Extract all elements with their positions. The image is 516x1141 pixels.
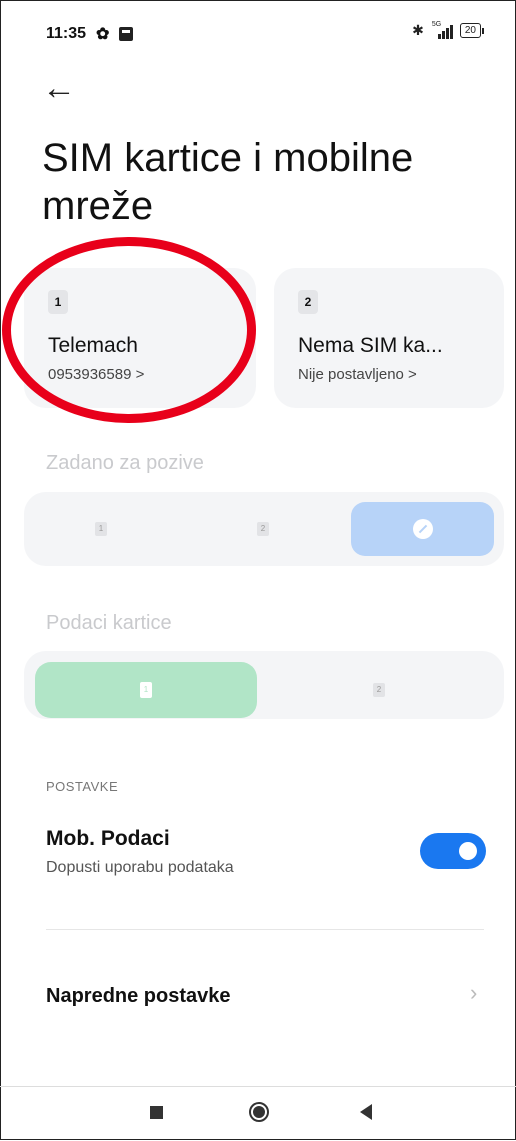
advanced-settings-label[interactable]: Napredne postavke xyxy=(46,985,231,1008)
divider xyxy=(46,929,484,930)
ask-every-time-icon xyxy=(412,519,433,539)
mobile-data-toggle[interactable] xyxy=(420,833,486,869)
sim-chip-icon: 1 xyxy=(140,682,152,698)
sim-chip-icon: 2 xyxy=(257,522,269,536)
sim-status-text: Nije postavljeno > xyxy=(298,366,417,383)
mobile-data-subtitle: Dopusti uporabu podataka xyxy=(46,859,234,876)
bluetooth-icon: ✱ xyxy=(412,22,424,38)
battery-icon: 20 xyxy=(459,23,484,38)
page-title: SIM kartice i mobilne mreže xyxy=(42,136,414,228)
data-option-sim1[interactable]: 1 xyxy=(35,662,257,718)
gear-icon: ✿ xyxy=(96,26,110,43)
clock: 11:35 xyxy=(46,25,87,42)
status-bar-right: ✱ 5G 20 xyxy=(412,20,484,39)
default-calls-selector: 1 2 xyxy=(24,492,504,566)
battery-level: 20 xyxy=(459,23,481,38)
sim-card-1[interactable]: 1 Telemach 0953936589 > xyxy=(24,268,256,408)
default-calls-label: Zadano za pozive xyxy=(46,452,204,474)
recents-icon[interactable] xyxy=(150,1106,163,1119)
calls-option-sim2[interactable]: 2 xyxy=(238,514,288,544)
chevron-right-icon[interactable]: › xyxy=(470,980,477,1006)
sim-phone-number: 0953936589 > xyxy=(48,366,145,383)
sim-slot-badge: 2 xyxy=(298,290,318,314)
sim-slot-badge: 1 xyxy=(48,290,68,314)
back-icon[interactable] xyxy=(360,1104,372,1120)
toggle-knob xyxy=(459,842,477,860)
back-arrow-icon[interactable]: ← xyxy=(42,68,76,108)
calls-option-ask[interactable] xyxy=(351,502,494,556)
home-icon[interactable] xyxy=(249,1102,269,1122)
calls-option-sim1[interactable]: 1 xyxy=(76,514,126,544)
sim-carrier-name: Nema SIM ka... xyxy=(298,334,443,357)
mobile-data-title: Mob. Podaci xyxy=(46,827,170,850)
sim-chip-icon: 2 xyxy=(373,683,385,697)
network-type-label: 5G xyxy=(431,20,442,28)
notification-icon xyxy=(119,27,134,41)
sim-chip-icon: 1 xyxy=(95,522,107,536)
signal-icon: 5G xyxy=(431,20,453,39)
data-card-selector: 1 2 xyxy=(24,651,504,719)
status-bar-left: 11:35 ✿ xyxy=(46,24,134,44)
data-option-sim2[interactable]: 2 xyxy=(354,673,404,707)
sim-card-2[interactable]: 2 Nema SIM ka... Nije postavljeno > xyxy=(274,268,504,408)
settings-section-label: POSTAVKE xyxy=(46,779,119,794)
data-card-label: Podaci kartice xyxy=(46,612,172,634)
sim-carrier-name: Telemach xyxy=(48,334,138,357)
